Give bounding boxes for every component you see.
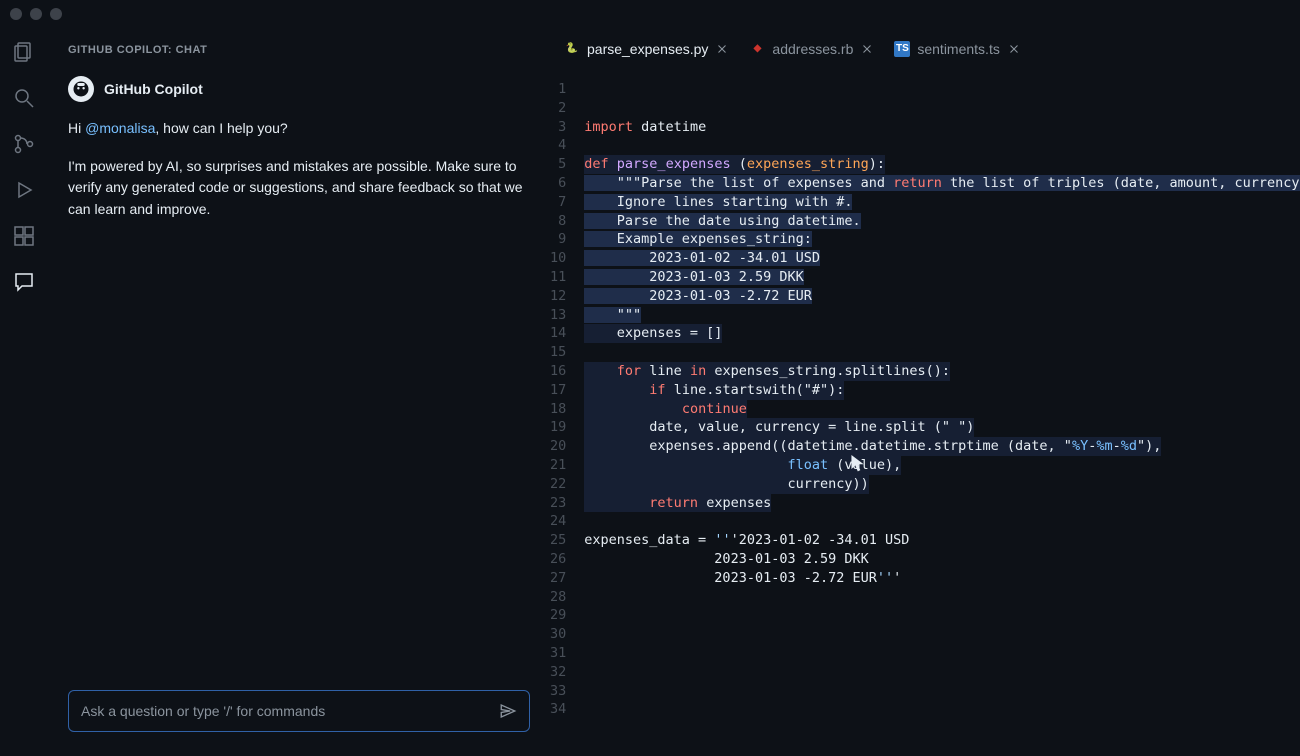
code-container: 1234567891011121314151617181920212223242… xyxy=(550,68,1300,756)
chat-input-placeholder: Ask a question or type '/' for commands xyxy=(81,703,325,719)
line-number-gutter: 1234567891011121314151617181920212223242… xyxy=(550,78,584,756)
activity-bar xyxy=(0,28,48,756)
close-icon[interactable] xyxy=(1007,42,1021,56)
tab-bar: 🐍 parse_expenses.py ◆ addresses.rb TS se… xyxy=(550,28,1300,68)
source-control-icon[interactable] xyxy=(12,132,36,156)
greeting-suffix: , how can I help you? xyxy=(155,120,287,136)
chat-disclaimer: I'm powered by AI, so surprises and mist… xyxy=(68,156,530,221)
ruby-file-icon: ◆ xyxy=(749,41,765,57)
chat-bot-name: GitHub Copilot xyxy=(104,81,203,97)
copilot-avatar-icon xyxy=(68,76,94,102)
tab-addresses[interactable]: ◆ addresses.rb xyxy=(739,30,884,66)
close-icon[interactable] xyxy=(715,42,729,56)
chat-bot-header: GitHub Copilot xyxy=(68,76,530,102)
tab-label: addresses.rb xyxy=(772,41,853,57)
main-layout: GITHUB COPILOT: CHAT GitHub Copilot Hi @… xyxy=(0,28,1300,756)
greeting-prefix: Hi xyxy=(68,120,85,136)
chat-greeting: Hi @monalisa, how can I help you? xyxy=(68,118,530,140)
tab-label: parse_expenses.py xyxy=(587,41,708,57)
titlebar xyxy=(0,0,1300,28)
send-icon[interactable] xyxy=(499,702,517,720)
greeting-mention: @monalisa xyxy=(85,120,155,136)
code-editor[interactable]: import datetime def parse_expenses (expe… xyxy=(584,78,1300,756)
chat-icon[interactable] xyxy=(12,270,36,294)
typescript-file-icon: TS xyxy=(894,41,910,57)
python-file-icon: 🐍 xyxy=(564,41,580,57)
maximize-window-button[interactable] xyxy=(50,8,62,20)
close-window-button[interactable] xyxy=(10,8,22,20)
chat-panel: GITHUB COPILOT: CHAT GitHub Copilot Hi @… xyxy=(48,28,550,756)
chat-input-container: Ask a question or type '/' for commands xyxy=(48,678,550,756)
chat-panel-header: GITHUB COPILOT: CHAT xyxy=(48,28,550,66)
search-icon[interactable] xyxy=(12,86,36,110)
tab-sentiments[interactable]: TS sentiments.ts xyxy=(884,30,1030,66)
minimize-window-button[interactable] xyxy=(30,8,42,20)
chat-body: GitHub Copilot Hi @monalisa, how can I h… xyxy=(48,66,550,678)
files-icon[interactable] xyxy=(12,40,36,64)
tab-parse-expenses[interactable]: 🐍 parse_expenses.py xyxy=(554,30,739,66)
chat-input[interactable]: Ask a question or type '/' for commands xyxy=(68,690,530,732)
close-icon[interactable] xyxy=(860,42,874,56)
extensions-icon[interactable] xyxy=(12,224,36,248)
tab-label: sentiments.ts xyxy=(917,41,999,57)
debug-icon[interactable] xyxy=(12,178,36,202)
traffic-lights xyxy=(10,8,62,20)
editor-area: 🐍 parse_expenses.py ◆ addresses.rb TS se… xyxy=(550,28,1300,756)
